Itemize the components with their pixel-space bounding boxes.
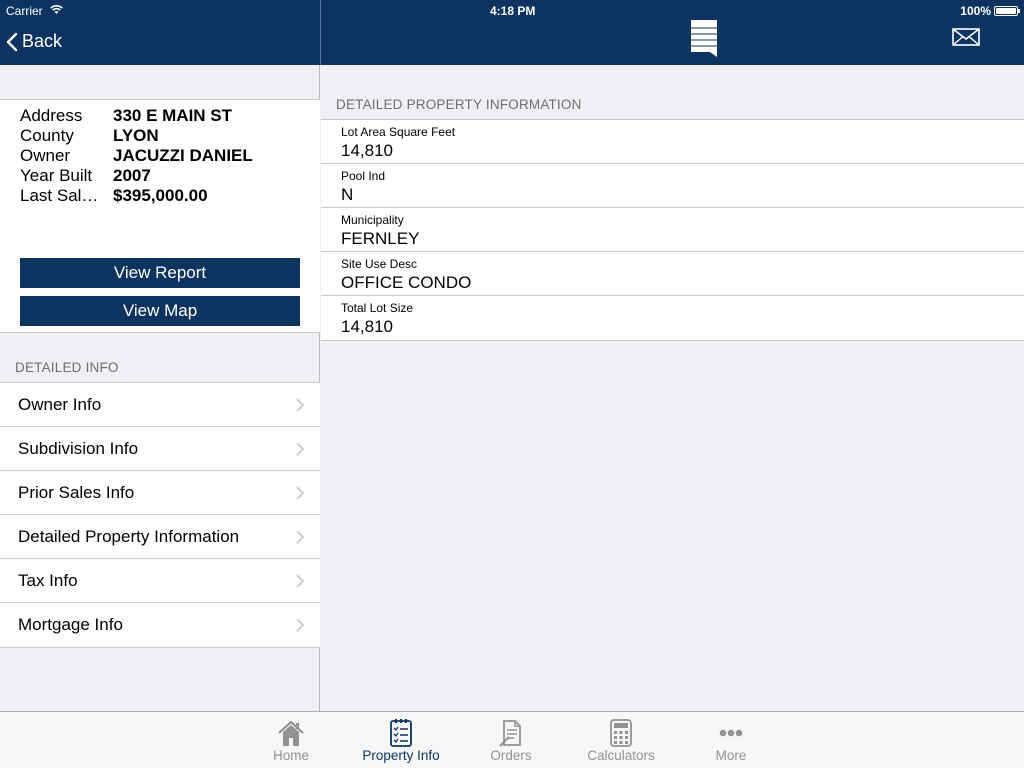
summary-value: LYON [113,126,159,145]
calculator-icon [610,719,632,747]
list-item-subdivision-info[interactable]: Subdivision Info [0,427,320,471]
field-label: Site Use Desc [341,257,418,271]
orders-icon [499,720,521,747]
battery-percent: 100% [960,4,991,18]
field-value: N [341,185,354,204]
mail-icon[interactable] [952,28,980,46]
field-lot-area-square-feet: Lot Area Square Feet 14,810 [321,120,1024,164]
summary-key: County [20,126,74,145]
list-item-tax-info[interactable]: Tax Info [0,559,320,603]
back-label: Back [22,31,63,51]
property-info-icon [390,719,412,747]
list-item-prior-sales-info[interactable]: Prior Sales Info [0,471,320,515]
chevron-right-icon [296,442,304,456]
status-time: 4:18 PM [490,4,536,18]
property-summary-card: Address 330 E MAIN ST County LYON Owner … [0,99,320,333]
summary-row-address: Address 330 E MAIN ST [20,106,232,126]
summary-row-year-built: Year Built 2007 [20,166,151,186]
summary-value: 2007 [113,166,151,185]
carrier-label: Carrier [6,4,43,18]
tab-label: More [715,748,747,763]
detail-panel-header: DETAILED PROPERTY INFORMATION [336,97,582,112]
top-navigation-bar: Carrier 4:18 PM 100% Back [0,0,1024,65]
list-item-label: Subdivision Info [18,439,139,458]
nav-divider [320,0,321,65]
list-item-label: Detailed Property Information [18,527,240,546]
summary-value: JACUZZI DANIEL [113,146,253,165]
view-map-button[interactable]: View Map [20,296,300,326]
chevron-right-icon [296,618,304,632]
left-panel: Address 330 E MAIN ST County LYON Owner … [0,65,320,711]
field-value: 14,810 [341,317,393,336]
tab-calculators[interactable]: Calculators [576,712,666,768]
tab-label: Orders [490,748,532,763]
tab-orders[interactable]: Orders [466,712,556,768]
chevron-right-icon [296,574,304,588]
summary-row-owner: Owner JACUZZI DANIEL [20,146,253,166]
battery-icon [994,6,1020,16]
more-icon [719,729,743,737]
detailed-info-list: Owner Info Subdivision Info Prior Sales … [0,382,320,648]
list-item-label: Prior Sales Info [18,483,135,502]
tab-label: Calculators [587,748,655,763]
summary-row-last-sale: Last Sal… $395,000.00 [20,186,208,206]
status-battery: 100% [960,4,1020,18]
tab-property-info[interactable]: Property Info [356,712,446,768]
detail-panel: DETAILED PROPERTY INFORMATION Lot Area S… [321,65,1024,711]
chevron-right-icon [296,398,304,412]
list-item-owner-info[interactable]: Owner Info [0,383,320,427]
summary-key: Address [20,106,83,125]
field-value: 14,810 [341,141,393,160]
field-municipality: Municipality FERNLEY [321,208,1024,252]
list-item-label: Tax Info [18,571,78,590]
home-icon [278,720,304,746]
list-item-mortgage-info[interactable]: Mortgage Info [0,603,320,647]
list-item-label: Mortgage Info [18,615,123,634]
summary-value: $395,000.00 [113,186,208,205]
wifi-icon [50,5,63,14]
detailed-info-header: DETAILED INFO [15,360,119,375]
field-label: Total Lot Size [341,301,414,315]
summary-key: Owner [20,146,71,165]
list-item-detailed-property-information[interactable]: Detailed Property Information [0,515,320,559]
chevron-right-icon [296,530,304,544]
summary-key: Last Sal… [20,186,99,205]
field-label: Municipality [341,213,404,227]
summary-row-county: County LYON [20,126,159,146]
list-item-label: Owner Info [18,395,102,414]
tab-home[interactable]: Home [246,712,336,768]
field-label: Pool Ind [341,169,386,183]
tab-more[interactable]: More [686,712,776,768]
tab-bar: Home Property Info Orders Calculators Mo… [0,711,1024,768]
field-total-lot-size: Total Lot Size 14,810 [321,296,1024,340]
field-pool-ind: Pool Ind N [321,164,1024,208]
field-value: OFFICE CONDO [341,273,472,292]
summary-value: 330 E MAIN ST [113,106,233,125]
field-label: Lot Area Square Feet [341,125,456,139]
chevron-right-icon [296,486,304,500]
tab-label: Property Info [362,748,440,763]
field-site-use-desc: Site Use Desc OFFICE CONDO [321,252,1024,296]
summary-key: Year Built [20,166,93,185]
detail-field-list: Lot Area Square Feet 14,810 Pool Ind N M… [321,119,1024,341]
view-report-button[interactable]: View Report [20,258,300,288]
chevron-left-icon [6,32,18,51]
field-value: FERNLEY [341,229,420,248]
back-button[interactable]: Back [6,31,62,52]
nevada-logo-icon [691,20,717,57]
status-carrier: Carrier [6,4,63,18]
tab-label: Home [272,748,309,763]
